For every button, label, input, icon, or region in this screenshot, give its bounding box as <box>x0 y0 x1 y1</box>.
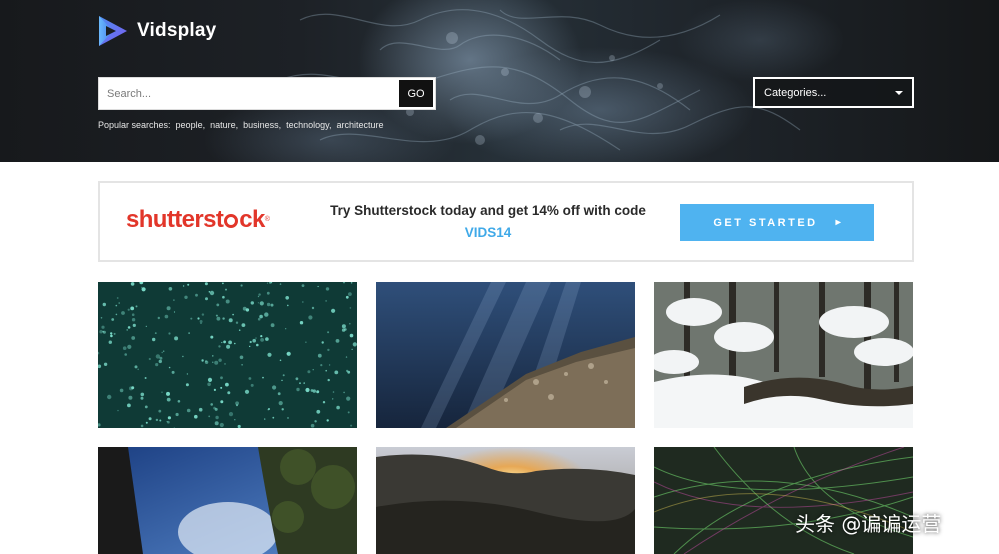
categories-dropdown[interactable]: Categories... <box>753 77 914 108</box>
thumbnail-image <box>98 447 357 554</box>
arrow-right-icon: ▸ <box>835 217 841 228</box>
video-thumbnail-sky-trees[interactable] <box>98 447 357 554</box>
search-input[interactable] <box>99 78 397 109</box>
brand-logo[interactable]: Vidsplay <box>97 14 216 48</box>
popular-search-business[interactable]: business, <box>243 120 281 130</box>
video-thumbnail-particles[interactable] <box>98 282 357 428</box>
search-bar: GO <box>98 77 436 110</box>
thumbnail-image <box>98 282 357 428</box>
watermark: 头条 @谝谝运营 <box>795 512 942 536</box>
thumbnail-image <box>376 282 635 428</box>
popular-search-technology[interactable]: technology, <box>286 120 331 130</box>
promo-code: VIDS14 <box>464 225 512 240</box>
hero-header: Vidsplay GO Popular searches: people, na… <box>0 0 999 162</box>
caret-down-icon <box>895 90 903 95</box>
popular-searches: Popular searches: people, nature, busine… <box>98 120 384 130</box>
shutterstock-logo[interactable]: shutterst ck® <box>126 205 270 235</box>
thumbnail-image <box>654 282 913 428</box>
popular-search-nature[interactable]: nature, <box>210 120 238 130</box>
go-button[interactable]: GO <box>397 78 435 109</box>
video-thumbnail-mountain-sunset[interactable] <box>376 447 635 554</box>
popular-searches-label: Popular searches: <box>98 120 171 130</box>
brand-name: Vidsplay <box>137 20 217 41</box>
video-thumbnail-snowy-forest[interactable] <box>654 282 913 428</box>
promo-text: Try Shutterstock today and get 14% off w… <box>330 203 646 218</box>
get-started-button[interactable]: GET STARTED ▸ <box>680 204 874 241</box>
video-thumbnail-underwater[interactable] <box>376 282 635 428</box>
shutterstock-promo: shutterst ck® Try Shutterstock today and … <box>98 181 914 262</box>
categories-selected: Categories... <box>764 86 827 99</box>
popular-search-people[interactable]: people, <box>176 120 206 130</box>
thumbnail-image <box>376 447 635 554</box>
popular-search-architecture[interactable]: architecture <box>337 120 384 130</box>
play-logo-icon <box>99 16 127 46</box>
thumbnail-image <box>654 447 913 554</box>
get-started-label: GET STARTED <box>713 216 818 229</box>
video-thumbnail-green-strands[interactable] <box>654 447 913 554</box>
promo-message: Try Shutterstock today and get 14% off w… <box>318 200 658 244</box>
